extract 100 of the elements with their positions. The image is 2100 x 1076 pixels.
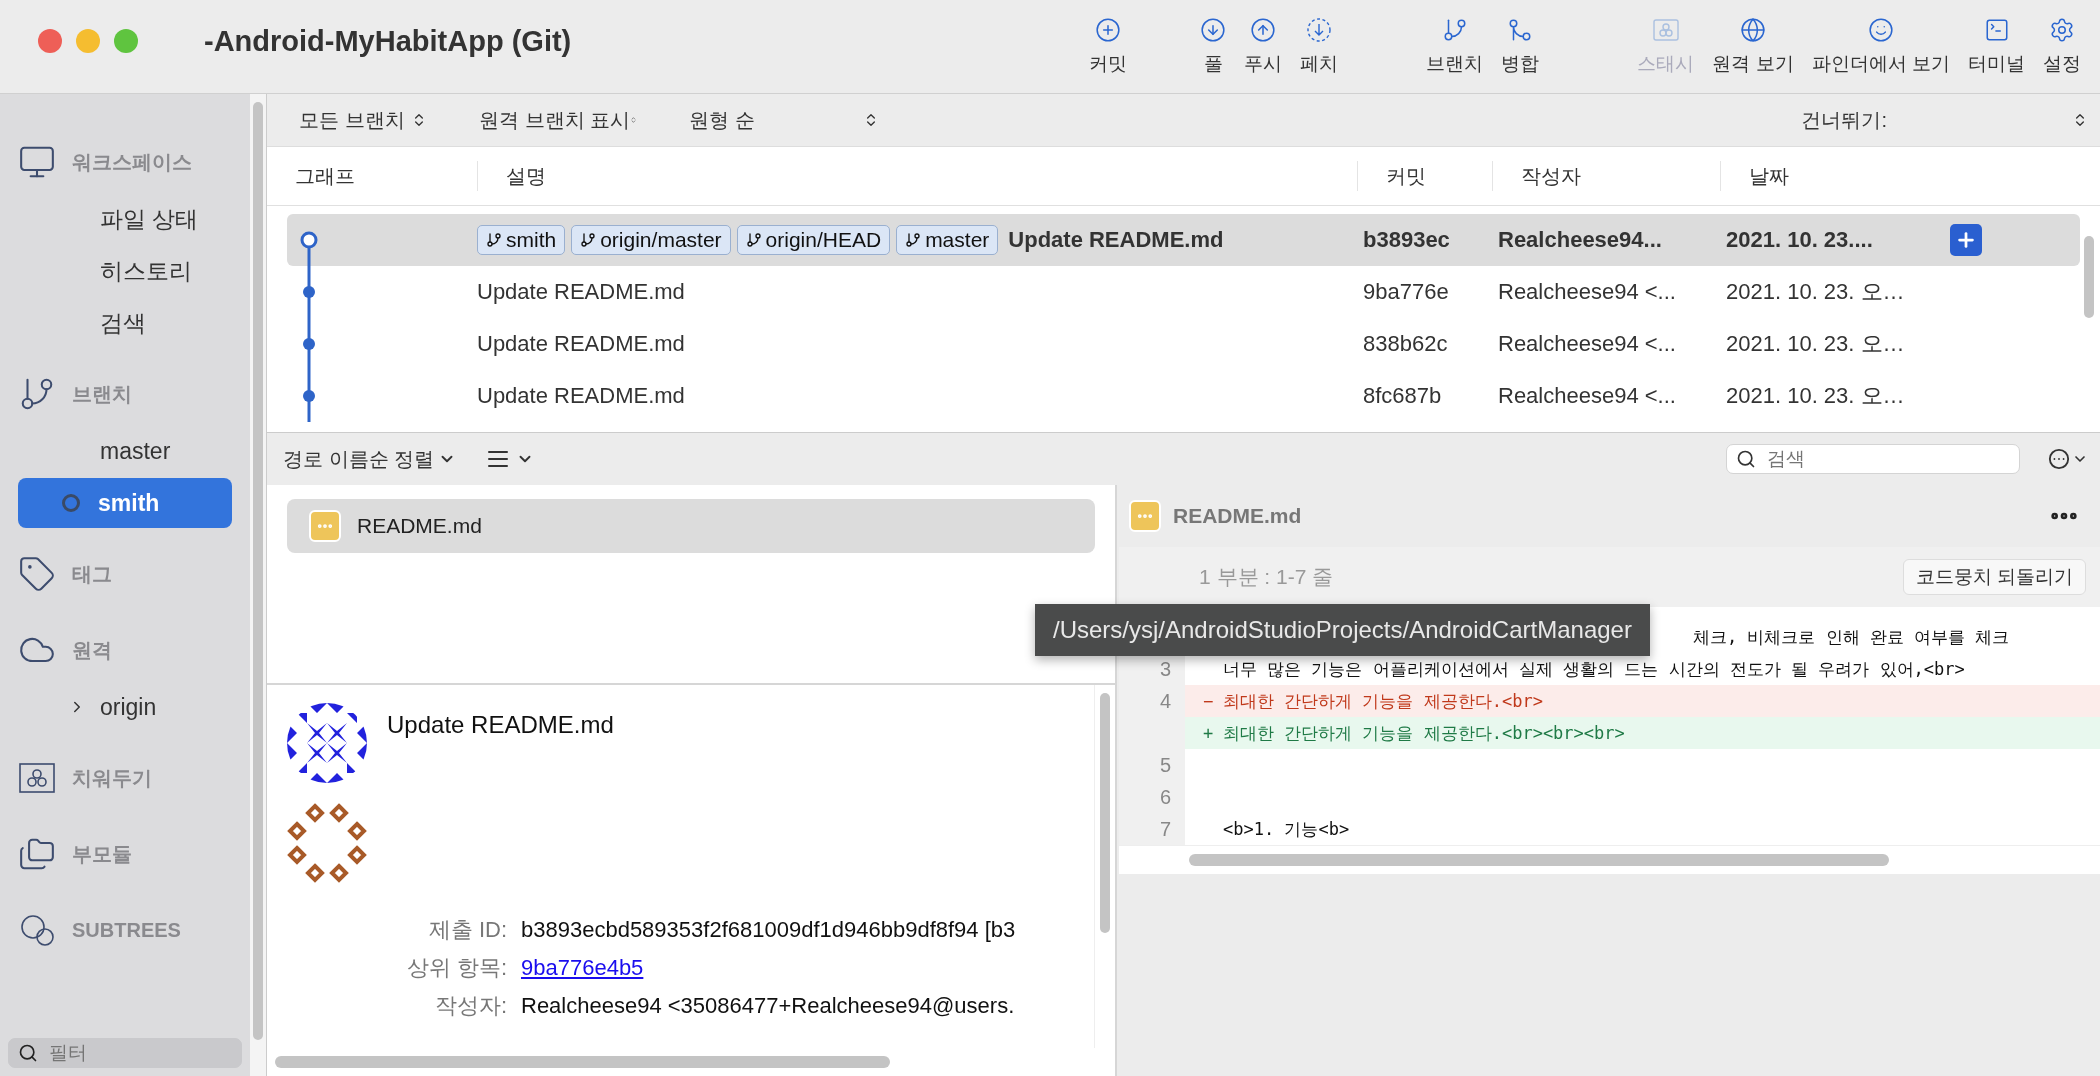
plus-icon bbox=[1955, 229, 1977, 251]
commit-row[interactable]: Update README.md 9ba776e Realcheese94 <... 2021. 10. 23. 오… bbox=[287, 266, 2080, 318]
filter-dropdown[interactable]: 모든 브랜치 bbox=[267, 106, 447, 134]
toolbar-button[interactable]: 풀 bbox=[1191, 0, 1236, 93]
field-label: 제출 ID: bbox=[427, 916, 507, 944]
scrollbar-thumb[interactable] bbox=[1100, 693, 1110, 933]
commit-author: Realcheese94 <... bbox=[1497, 331, 1677, 357]
scrollbar-thumb[interactable] bbox=[1189, 854, 1889, 866]
commit-message: Update README.md bbox=[477, 383, 685, 409]
column-header[interactable]: 커밋 bbox=[1357, 161, 1492, 191]
sidebar-item[interactable]: 검색 bbox=[18, 298, 232, 348]
toolbar-button[interactable]: 터미널 bbox=[1959, 0, 2034, 93]
section-header: 워크스페이스 bbox=[72, 149, 192, 175]
modified-icon bbox=[309, 510, 341, 542]
search-icon bbox=[1736, 449, 1756, 469]
filter-field[interactable]: 필터 bbox=[8, 1038, 242, 1068]
branch-tag: master bbox=[896, 225, 999, 255]
sidebar-item[interactable]: 파일 상태 bbox=[18, 194, 232, 244]
field-value: b3893ecbd589353f2f681009df1d946bb9df8f94 [b3 bbox=[521, 916, 1017, 944]
sidebar-item[interactable]: smith bbox=[18, 478, 232, 528]
parent-link[interactable]: 9ba776e4b5 bbox=[521, 949, 644, 987]
toolbar-button[interactable]: 페치 bbox=[1291, 0, 1348, 93]
column-header[interactable]: 날짜 bbox=[1720, 161, 1940, 191]
circles-icon bbox=[18, 913, 56, 947]
commit-row[interactable]: Update README.md 8fc687b Realcheese94 <... 2021. 10. 23. 오… bbox=[287, 370, 2080, 422]
plus-circle-icon bbox=[1095, 16, 1122, 43]
stash-icon bbox=[18, 761, 56, 795]
toolbar-button[interactable]: 병합 bbox=[1492, 0, 1549, 93]
branch-icon bbox=[486, 232, 502, 248]
minimize-button[interactable] bbox=[76, 28, 100, 53]
window-title: -Android-MyHabitApp (Git) bbox=[204, 25, 572, 58]
diff-sign: − bbox=[1201, 691, 1215, 711]
ellipsis-icon bbox=[2048, 448, 2070, 470]
stash-icon bbox=[1651, 16, 1680, 43]
scrollbar-thumb[interactable] bbox=[275, 1056, 890, 1068]
toolbar-button[interactable]: 원격 보기 bbox=[1703, 0, 1803, 93]
section-header: 치워두기 bbox=[72, 765, 152, 791]
commit-date: 2021. 10. 23.... bbox=[1725, 227, 1874, 253]
scrollbar-thumb[interactable] bbox=[253, 102, 263, 1040]
branch-tag: origin/master bbox=[571, 225, 731, 255]
filter-dropdown[interactable]: 원형 순 bbox=[657, 106, 899, 134]
field-label: 상위 항목: bbox=[405, 954, 507, 982]
modified-icon bbox=[1129, 500, 1161, 532]
commit-row[interactable]: Update README.md 838b62c Realcheese94 <... 2021. 10. 23. 오… bbox=[287, 318, 2080, 370]
sidebar-item[interactable]: 히스토리 bbox=[18, 246, 232, 296]
commit-hash: 8fc687b bbox=[1362, 383, 1443, 409]
commit-date: 2021. 10. 23. 오… bbox=[1725, 382, 1906, 410]
path-tooltip: /Users/ysj/AndroidStudioProjects/AndroidCartManager bbox=[1035, 604, 1650, 656]
line-number: 3 bbox=[1158, 657, 1172, 682]
revert-hunk-button[interactable]: 코드뭉치 되돌리기 bbox=[1902, 559, 2086, 595]
branch-icon bbox=[905, 232, 922, 248]
tag-icon bbox=[18, 555, 56, 593]
terminal-icon bbox=[1983, 16, 2010, 43]
column-header[interactable]: 그래프 bbox=[267, 161, 477, 191]
branch-tag: origin/HEAD bbox=[736, 225, 891, 255]
commit-message: Update README.md bbox=[1007, 227, 1224, 253]
field-value: Realcheese94 <35086477+Realcheese94@users. bbox=[521, 992, 1016, 1020]
line-number: 6 bbox=[1158, 785, 1172, 810]
sidebar-item[interactable]: origin bbox=[18, 682, 232, 732]
diff-sign: + bbox=[1201, 723, 1215, 743]
settings-icon bbox=[2049, 16, 2075, 43]
jump-label: 건너뛰기: bbox=[1801, 107, 1887, 133]
toolbar-button[interactable]: 파인더에서 보기 bbox=[1802, 0, 1959, 93]
zoom-button[interactable] bbox=[114, 28, 138, 53]
toolbar-button[interactable]: 푸시 bbox=[1235, 0, 1292, 93]
commit-message: Update README.md bbox=[477, 279, 685, 305]
toolbar-button[interactable]: 브랜치 bbox=[1417, 0, 1493, 93]
search-field[interactable]: 검색 bbox=[1726, 444, 2020, 474]
commit-hash: 838b62c bbox=[1362, 331, 1449, 357]
column-header[interactable]: 설명 bbox=[477, 161, 1357, 191]
branch-icon bbox=[580, 232, 597, 248]
add-button[interactable] bbox=[1950, 224, 1982, 256]
section-header: 부모듈 bbox=[72, 841, 132, 867]
section-header: 브랜치 bbox=[72, 381, 132, 407]
code-line: <b>1. 기능<b> bbox=[1223, 817, 1350, 841]
line-number: 5 bbox=[1158, 753, 1172, 778]
commit-hash: b3893ec bbox=[1362, 227, 1451, 253]
field-label: 작성자: bbox=[433, 992, 507, 1020]
file-row[interactable]: README.md bbox=[287, 499, 1095, 553]
search-icon bbox=[18, 1043, 38, 1063]
commit-message: Update README.md bbox=[387, 711, 614, 739]
commit-author: Realcheese94 <... bbox=[1497, 279, 1677, 305]
branch-tag: smith bbox=[477, 225, 566, 255]
section-header: 원격 bbox=[72, 637, 112, 663]
globe-icon bbox=[1740, 16, 1767, 43]
toolbar-button[interactable]: 커밋 bbox=[1080, 0, 1137, 93]
hunk-header: 1 부분 : 1-7 줄 bbox=[1199, 564, 1334, 590]
commit-date: 2021. 10. 23. 오… bbox=[1725, 330, 1906, 358]
sort-dropdown[interactable]: 경로 이름순 정렬 bbox=[283, 445, 457, 473]
code-line: 체크, 비체크로 인해 완료 여부를 체크 bbox=[1693, 625, 2010, 649]
sidebar-item[interactable]: master bbox=[18, 426, 232, 476]
scrollbar-thumb[interactable] bbox=[2084, 236, 2094, 318]
toolbar-button[interactable]: 설정 bbox=[2034, 0, 2090, 93]
column-header[interactable]: 작성자 bbox=[1492, 161, 1720, 191]
line-number: 7 bbox=[1158, 817, 1172, 842]
close-button[interactable] bbox=[38, 28, 62, 53]
branch-icon bbox=[1441, 16, 1468, 43]
commit-author: Realcheese94... bbox=[1497, 227, 1663, 253]
filter-dropdown[interactable]: 원격 브랜치 표시 bbox=[447, 106, 657, 134]
commit-row[interactable]: smith origin/master origin/HEAD master Update README.md b3893ec Realcheese94... 2021. 10. 23.... bbox=[287, 214, 2080, 266]
